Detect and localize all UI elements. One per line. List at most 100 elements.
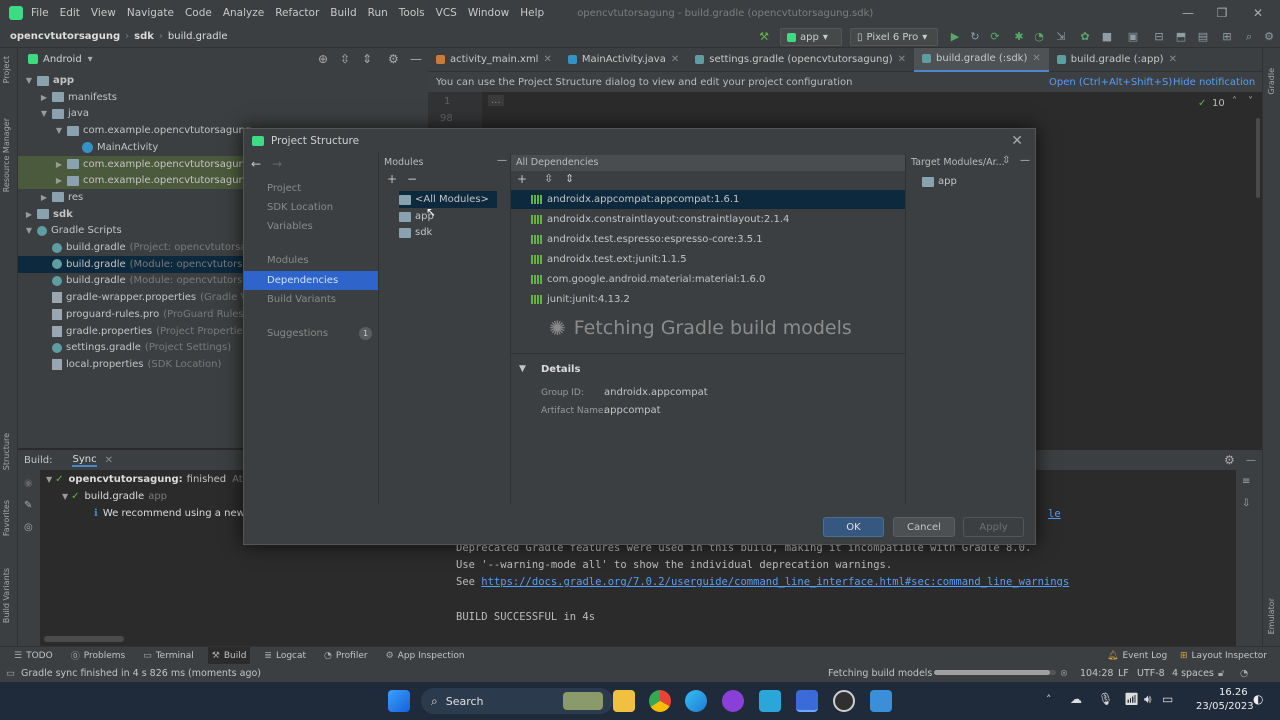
menu-refactor[interactable]: Refactor [275, 7, 319, 19]
dependency-row[interactable]: androidx.test.espresso:espresso-core:3.5… [511, 230, 905, 249]
project-structure-icon[interactable]: ▤ [1196, 30, 1210, 44]
build-variants-tool-tab[interactable]: Build Variants [2, 568, 11, 623]
folded-code[interactable]: ... [488, 95, 504, 106]
avd-icon[interactable]: ⬒ [1174, 30, 1188, 44]
hide-panel-icon[interactable]: — [1246, 455, 1256, 466]
menu-analyze[interactable]: Analyze [223, 7, 264, 19]
command-line-warnings-link[interactable]: https://docs.gradle.org/7.0.2/userguide/… [481, 576, 1069, 588]
tree-item[interactable]: ▼ java [18, 105, 428, 122]
back-icon[interactable]: ← [251, 157, 261, 171]
target-module-app[interactable]: app [922, 173, 957, 190]
build-tree-row[interactable]: ▼ ✓ opencvtutorsagung: finished At 23/0 [46, 474, 268, 485]
scroll-to-end-icon[interactable]: ⇩ [1242, 498, 1250, 509]
menu-window[interactable]: Window [468, 7, 509, 19]
sidebar-item-build-variants[interactable]: Build Variants [244, 290, 378, 309]
device-select[interactable]: ▯ Pixel 6 Pro ▾ [850, 28, 938, 46]
menu-help[interactable]: Help [520, 7, 544, 19]
profile-icon[interactable]: ◔ [1032, 30, 1046, 44]
emulator-tool-tab[interactable]: Emulator [1267, 598, 1276, 634]
breadcrumb-project[interactable]: opencvtutorsagung [10, 31, 120, 42]
apply-changes-icon[interactable]: ⟳ [988, 30, 1002, 44]
android-studio-taskbar-icon[interactable] [796, 690, 818, 712]
dependency-row[interactable]: com.google.android.material:material:1.6… [511, 270, 905, 289]
sidebar-item-modules[interactable]: Modules [244, 251, 378, 270]
sidebar-item-suggestions[interactable]: Suggestions 1 [244, 324, 378, 343]
minimize-icon[interactable]: — [1170, 0, 1206, 26]
chevron-down-icon[interactable]: ▾ [88, 54, 93, 65]
expand-arrow-icon[interactable]: ▶ [54, 176, 64, 185]
menu-edit[interactable]: Edit [60, 7, 80, 19]
tree-item[interactable]: ▼ app [18, 72, 428, 89]
maximize-icon[interactable]: ❐ [1204, 0, 1240, 26]
apply-button[interactable]: Apply [963, 517, 1024, 537]
gear-icon[interactable]: ⚙ [388, 52, 399, 66]
obs-icon[interactable] [833, 690, 855, 712]
close-tab-icon[interactable]: ✕ [898, 54, 906, 65]
sync-tab[interactable]: Sync [72, 454, 97, 467]
open-project-structure-link[interactable]: Open (Ctrl+Alt+Shift+S) [1049, 77, 1172, 88]
close-tab-icon[interactable]: ✕ [671, 54, 679, 65]
menu-code[interactable]: Code [185, 7, 212, 19]
clock-time[interactable]: 16.26 [1219, 687, 1248, 698]
next-highlight-icon[interactable]: ˅ [1248, 96, 1253, 107]
expand-arrow-icon[interactable]: ▼ [24, 76, 34, 85]
close-tab-icon[interactable]: ✕ [543, 54, 551, 65]
menu-view[interactable]: View [91, 7, 116, 19]
search-icon[interactable]: ⌕ [1242, 30, 1256, 44]
expand-all-icon[interactable]: ⇳ [1002, 155, 1010, 166]
hide-notification-link[interactable]: Hide notification [1173, 77, 1255, 88]
tree-item[interactable]: ▶ manifests [18, 89, 428, 106]
restart-icon[interactable]: ◉ [24, 478, 33, 489]
sidebar-item-sdk-location[interactable]: SDK Location [244, 198, 378, 217]
attach-debugger-icon[interactable]: ⇲ [1054, 30, 1068, 44]
clock-date[interactable]: 23/05/2023 [1196, 701, 1254, 712]
console-link-partial[interactable]: le [1048, 508, 1061, 520]
close-window-icon[interactable]: ✕ [1240, 0, 1276, 26]
expand-arrow-icon[interactable]: ▶ [39, 93, 49, 102]
editor-scrollbar[interactable] [1256, 118, 1260, 198]
view-mode-select[interactable]: Android [43, 54, 82, 65]
collapse-icon[interactable]: — [1020, 155, 1030, 166]
file-explorer-icon[interactable] [613, 690, 635, 712]
hammer-icon[interactable]: ⚒ [757, 30, 771, 44]
l-app-icon[interactable] [759, 690, 781, 712]
collapse-all-icon[interactable]: ⇕ [565, 172, 574, 185]
build-tree-row[interactable]: ▼ ✓ build.gradle app [62, 491, 167, 502]
build-tree-row[interactable]: ℹ We recommend using a newer [94, 508, 255, 519]
github-desktop-icon[interactable] [722, 690, 744, 712]
rerun-icon[interactable]: ↻ [968, 30, 982, 44]
indent-setting[interactable]: 4 spaces [1172, 668, 1214, 679]
close-tab-icon[interactable]: ✕ [1032, 53, 1040, 64]
wifi-icon[interactable]: 📶︎ [1124, 692, 1139, 706]
tray-chevron-icon[interactable]: ˄ [1046, 693, 1052, 706]
menu-tools[interactable]: Tools [399, 7, 425, 19]
editor-tab[interactable]: build.gradle (:sdk) ✕ [914, 47, 1049, 72]
tool-event-log[interactable]: 🔔︎ Event Log [1103, 647, 1171, 665]
favorites-tool-tab[interactable]: Favorites [2, 500, 11, 536]
taskbar-search[interactable]: ⌕ Search [421, 688, 613, 714]
tool-build[interactable]: ⚒ Build [207, 646, 251, 665]
collapse-all-icon[interactable]: ⇕ [362, 52, 372, 66]
chrome-icon[interactable] [649, 690, 671, 712]
device-manager-icon[interactable]: ▣ [1126, 30, 1140, 44]
dependency-row[interactable]: androidx.constraintlayout:constraintlayo… [511, 210, 905, 229]
cancel-progress-icon[interactable]: ⊗ [1060, 668, 1068, 679]
close-tab-icon[interactable]: ✕ [105, 455, 113, 466]
add-dependency-icon[interactable]: + [517, 172, 527, 186]
gear-icon[interactable]: ⚙ [1224, 453, 1235, 467]
editor-tab[interactable]: settings.gradle (opencvtutorsagung) ✕ [687, 48, 914, 72]
sdk-manager-icon[interactable]: ⊟ [1152, 30, 1166, 44]
pin-icon[interactable]: ✎ [24, 500, 32, 511]
dependency-row[interactable]: junit:junit:4.13.2 [511, 290, 905, 309]
expand-arrow-icon[interactable]: ▶ [54, 160, 64, 169]
tool-problems[interactable]: ⓪ Problems [67, 647, 130, 665]
menu-vcs[interactable]: VCS [436, 7, 457, 19]
microphone-icon[interactable]: 🎙︎ [1098, 692, 1113, 706]
run-icon[interactable]: ▶ [948, 30, 962, 44]
battery-icon[interactable]: ▭ [1162, 692, 1173, 706]
windows-start-icon[interactable] [388, 690, 410, 712]
wrap-icon[interactable]: ≡ [1242, 476, 1250, 487]
sidebar-item-variables[interactable]: Variables [244, 217, 378, 236]
resource-manager-tool-tab[interactable]: Resource Manager [2, 118, 11, 192]
add-module-icon[interactable]: + [387, 172, 397, 186]
